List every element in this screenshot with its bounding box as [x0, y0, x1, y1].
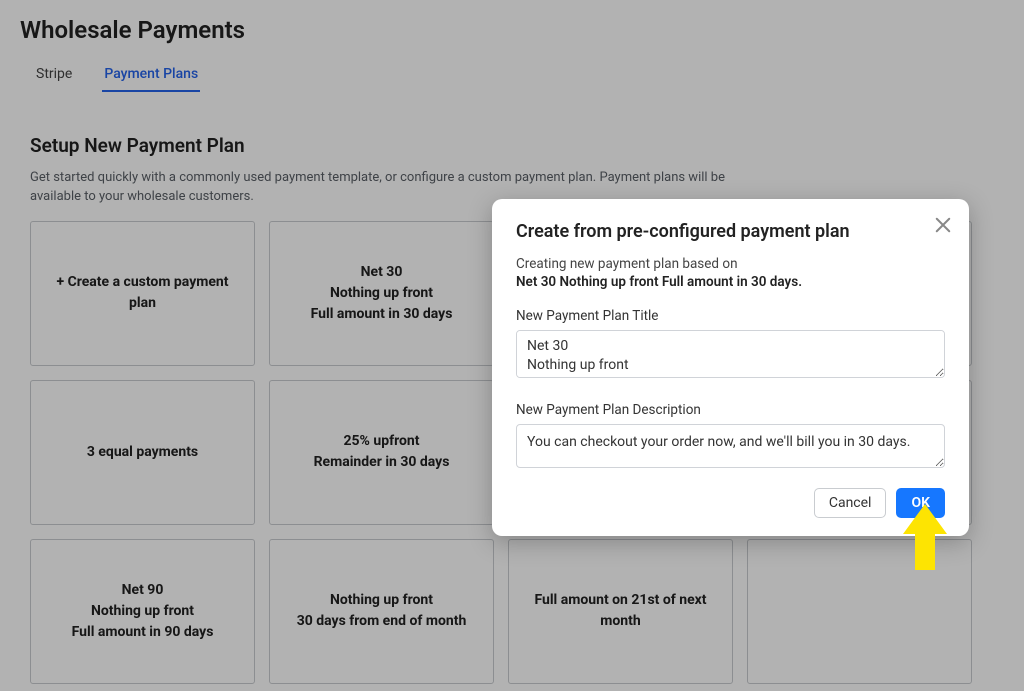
create-plan-modal: Create from pre-configured payment plan …	[492, 199, 969, 536]
modal-title: Create from pre-configured payment plan	[516, 221, 945, 242]
ok-button[interactable]: OK	[896, 488, 945, 518]
modal-subtitle-plan-name: Net 30 Nothing up front Full amount in 3…	[516, 274, 945, 290]
title-field-label: New Payment Plan Title	[516, 308, 945, 324]
cancel-button[interactable]: Cancel	[814, 488, 887, 518]
description-field-label: New Payment Plan Description	[516, 402, 945, 418]
close-icon[interactable]	[933, 215, 953, 235]
modal-subtitle-intro: Creating new payment plan based on	[516, 256, 945, 272]
plan-title-input[interactable]	[516, 330, 945, 378]
plan-description-input[interactable]	[516, 424, 945, 468]
modal-footer: Cancel OK	[516, 488, 945, 518]
